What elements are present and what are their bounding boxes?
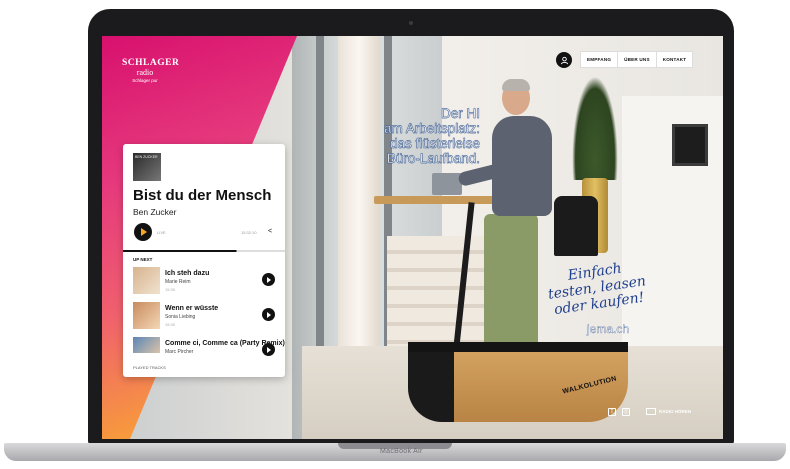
live-label: LIVE [157, 230, 166, 235]
social-links: f ◎ [608, 408, 630, 416]
share-icon[interactable]: < [268, 228, 272, 235]
instagram-icon[interactable]: ◎ [622, 408, 630, 416]
main-nav: EMPFANG ÜBER UNS KONTAKT [580, 51, 694, 68]
progress-bar [123, 250, 285, 252]
laptop-model-label: MacBook Air [380, 448, 423, 455]
queue-play-button[interactable] [262, 343, 275, 356]
play-button[interactable] [134, 223, 152, 241]
plant [572, 76, 618, 180]
queue-thumbnail [133, 337, 160, 353]
product-photo: SCHLAGER radio Schlager pur EMPFANG ÜBER… [0, 0, 790, 469]
queue-item[interactable]: Comme ci, Comme ca (Party Remix) Marc Pi… [133, 337, 285, 365]
now-playing-artist: Ben Zucker [133, 207, 177, 217]
logo-wordmark-sub: radio [136, 68, 154, 77]
laptop-screen: SCHLAGER radio Schlager pur EMPFANG ÜBER… [102, 36, 723, 439]
nav-item-empfang[interactable]: EMPFANG [581, 52, 619, 67]
headline-line: das flüsterleise [389, 136, 480, 151]
person-legs [484, 214, 538, 352]
played-tracks-link[interactable]: PLAYED TRACKS [133, 365, 166, 370]
radio-player-card: BEN ZUCKER Bist du der Mensch Ben Zucker… [123, 144, 285, 377]
nav-item-kontakt[interactable]: KONTAKT [657, 52, 693, 67]
desk-laptop [432, 173, 462, 195]
queue-item[interactable]: Ich steh dazu Marie Reim 15:35 [133, 267, 278, 295]
queue-time: 15:39 [165, 322, 176, 327]
site-logo[interactable]: SCHLAGER radio Schlager pur [122, 58, 180, 83]
queue-item[interactable]: Wenn er wüsste Sonia Liebing 15:39 [133, 302, 278, 330]
queue-thumbnail [133, 267, 160, 294]
oven [672, 124, 708, 166]
queue-play-button[interactable] [262, 273, 275, 286]
queue-time: 15:35 [165, 287, 176, 292]
user-icon [560, 56, 568, 64]
listen-radio-button[interactable]: RADIO HÖREN [646, 406, 691, 417]
headline-line: Der HI [440, 106, 480, 121]
queue-title: Ich steh dazu [165, 270, 210, 277]
playback-time: 15:32:10 [241, 230, 257, 235]
nav-item-ueber-uns[interactable]: ÜBER UNS [618, 52, 657, 67]
queue-thumbnail [133, 302, 160, 329]
cover-caption: BEN ZUCKER [135, 155, 158, 159]
radio-icon [646, 408, 656, 415]
person-hair [502, 79, 530, 91]
headline-line: am Arbeitsplatz: [383, 121, 480, 136]
album-cover: BEN ZUCKER [133, 153, 161, 181]
stairs [387, 236, 497, 356]
queue-artist: Sonia Liebing [165, 314, 196, 320]
user-account-button[interactable] [556, 52, 572, 68]
queue-artist: Marc Pircher [165, 349, 194, 355]
up-next-heading: UP NEXT [133, 257, 153, 262]
now-playing-title: Bist du der Mensch [133, 187, 272, 204]
listen-radio-label: RADIO HÖREN [659, 409, 692, 414]
queue-artist: Marie Reim [165, 279, 191, 285]
headline-line: Büro-Laufband. [386, 151, 480, 166]
facebook-icon[interactable]: f [608, 408, 616, 416]
queue-title: Wenn er wüsste [165, 305, 219, 312]
chair [554, 196, 598, 256]
queue-play-button[interactable] [262, 308, 275, 321]
logo-tagline: Schlager pur [132, 78, 158, 83]
camera-icon [409, 21, 413, 25]
ad-domain-link[interactable]: jema.ch [587, 322, 629, 336]
logo-wordmark: SCHLAGER [122, 58, 180, 68]
ad-headline: Der HI am Arbeitsplatz: das flüsterleise… [360, 106, 480, 166]
